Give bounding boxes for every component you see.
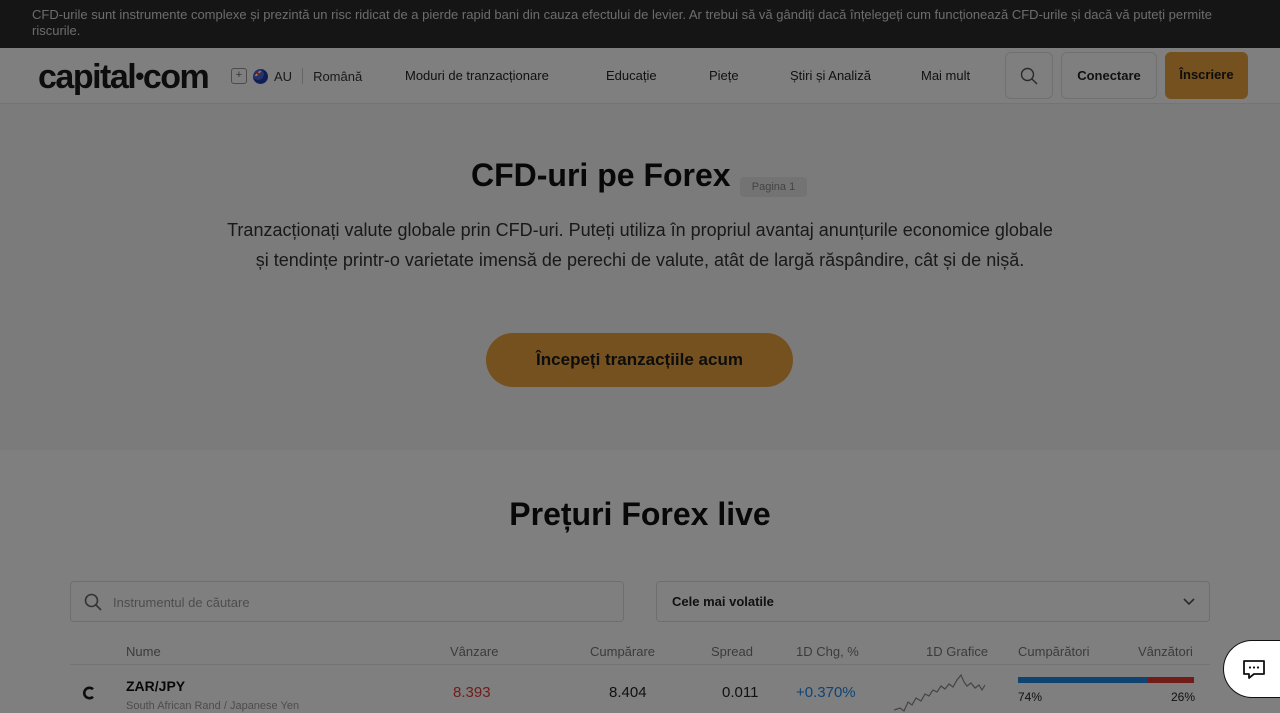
search-input[interactable] [113,592,593,612]
sort-selected-value: Cele mai volatile [672,594,774,609]
column-header-sell[interactable]: Vânzare [450,644,498,659]
page-title: CFD-uri pe Forex [471,157,731,193]
column-header-spread[interactable]: Spread [711,644,753,659]
buyers-percent: 74% [1018,690,1043,704]
search-icon [1020,67,1038,85]
column-header-buy[interactable]: Cumpărare [590,644,655,659]
hero-section: CFD-uri pe Forex Pagina 1 Tranzacționați… [0,104,1280,450]
instrument-logo-icon [83,686,94,700]
buyers-bar [1018,677,1148,683]
nav-markets[interactable]: Piețe [709,68,739,83]
sellers-bar [1148,677,1194,683]
page-badge: Pagina 1 [740,177,807,197]
region-language-selector[interactable]: + AU Română [231,68,362,84]
hero-description: Tranzacționați valute globale prin CFD-u… [227,220,1053,270]
capital-com-logo[interactable]: capital•com [38,59,210,94]
sort-select[interactable]: Cele mai volatile [656,581,1210,622]
table-divider [70,664,1210,665]
search-button[interactable] [1005,52,1053,99]
column-header-chart: 1D Grafice [926,644,989,659]
column-header-sellers: Vânzători [1138,644,1193,659]
buy-price[interactable]: 8.404 [609,684,647,701]
nav-education[interactable]: Educație [606,68,657,83]
sell-price[interactable]: 8.393 [453,684,491,701]
sparkline-chart [894,673,986,712]
chat-icon [1243,660,1265,679]
signup-button[interactable]: Înscriere [1165,52,1248,99]
sellers-percent: 26% [1171,690,1196,704]
divider [302,68,304,84]
australia-flag-icon [253,68,268,84]
nav-more[interactable]: Mai mult [921,68,970,83]
daily-change: +0.370% [796,684,856,701]
nav-news-analysis[interactable]: Știri și Analiză [790,68,871,83]
column-header-name[interactable]: Nume [126,644,161,659]
column-header-change[interactable]: 1D Chg, % [796,644,859,659]
chat-support-button[interactable] [1223,640,1280,698]
language-label: Română [313,68,363,84]
region-code: AU [274,68,293,84]
section-title: Prețuri Forex live [509,496,771,532]
spread-value: 0.011 [722,684,759,701]
instrument-symbol[interactable]: ZAR/JPY [126,678,185,694]
search-icon [84,593,102,611]
plus-icon: + [231,68,247,84]
risk-warning-banner: CFD-urile sunt instrumente complexe și p… [0,0,1280,48]
start-trading-button[interactable]: Începeți tranzacțiile acum [486,333,793,387]
login-button[interactable]: Conectare [1061,52,1157,99]
nav-trading-modes[interactable]: Moduri de tranzacționare [405,68,549,83]
chevron-down-icon [1183,598,1195,606]
instrument-full-name: South African Rand / Japanese Yen [126,700,300,712]
forex-prices-section: Prețuri Forex live Cele mai volatile Num… [0,450,1280,713]
column-header-buyers: Cumpărători [1018,644,1090,659]
instrument-search-field[interactable] [70,581,624,622]
